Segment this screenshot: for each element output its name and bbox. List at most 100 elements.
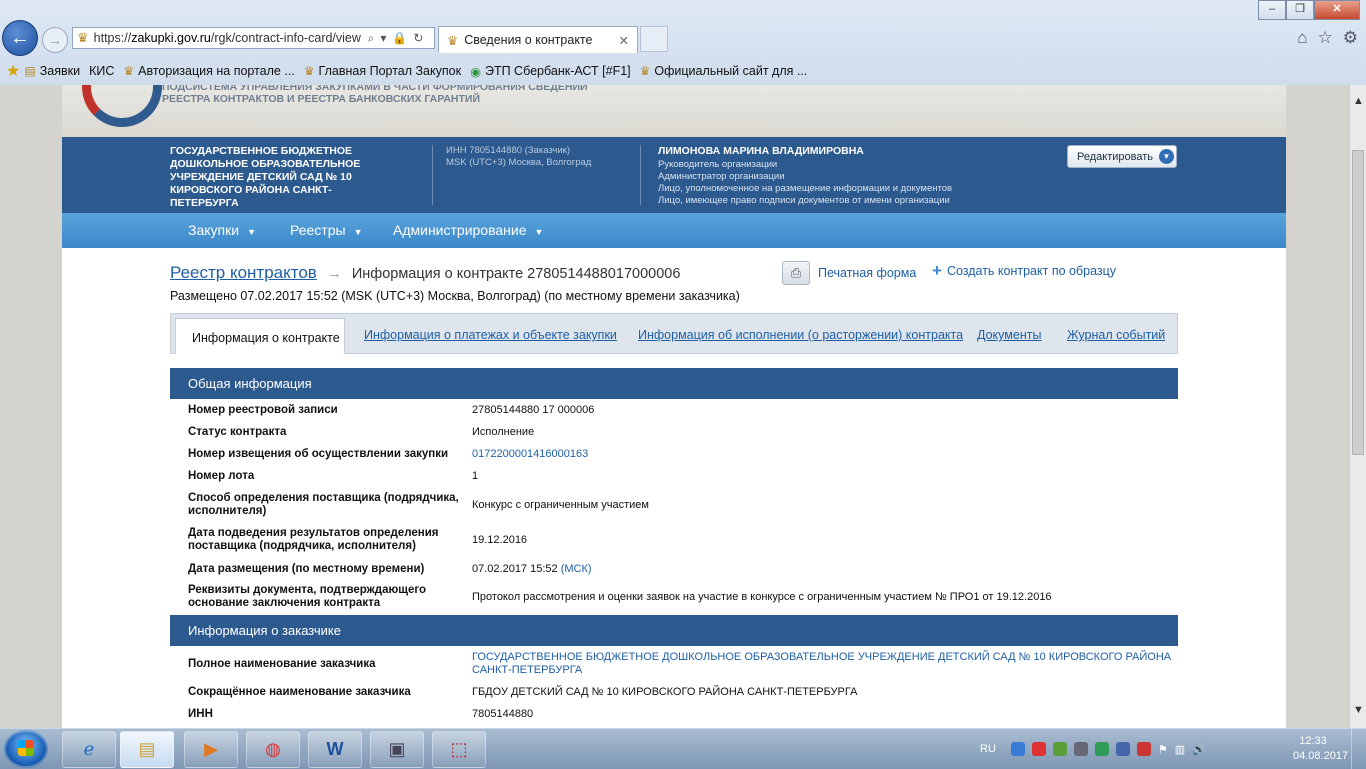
favorites-icon[interactable]: ★ — [6, 61, 20, 81]
bookmark-label: Главная Портал Закупок — [318, 64, 462, 78]
lock-icon[interactable]: 🔒 — [392, 31, 407, 46]
contract-tabs: Информация о контракте Информация о плат… — [170, 313, 1178, 354]
create-by-sample-link[interactable]: + Создать контракт по образцу — [932, 261, 1116, 281]
window-controls: – ❐ ✕ — [1258, 0, 1360, 20]
tray-app-icon[interactable] — [1010, 742, 1025, 756]
favorites-star-icon[interactable]: ☆ — [1318, 28, 1333, 48]
field-label: Номер лота — [188, 469, 255, 482]
bookmark-auth-portal[interactable]: ♛ Авторизация на портале ... — [123, 64, 294, 78]
volume-icon[interactable]: 🔊 — [1192, 743, 1206, 756]
edit-button[interactable]: Редактировать ▼ — [1067, 145, 1177, 168]
address-bar[interactable]: ♛ https://zakupki.gov.ru/rgk/contract-in… — [72, 27, 435, 49]
emblem-icon: ♛ — [123, 64, 135, 78]
site-logo[interactable] — [82, 85, 162, 127]
bookmark-zayavki[interactable]: ▤ Заявки — [24, 64, 80, 78]
menu-label: Реестры — [290, 222, 346, 238]
field-row: Номер лота 1 — [170, 469, 1178, 483]
timezone-link[interactable]: (МСК) — [561, 563, 592, 575]
tray-app-icon[interactable] — [1073, 742, 1088, 756]
breadcrumb-contract-registry-link[interactable]: Реестр контрактов — [170, 263, 317, 283]
pdf-reader-icon[interactable]: ⬚ — [432, 731, 486, 768]
caret-down-icon: ▼ — [247, 227, 256, 237]
forward-button[interactable]: → — [42, 27, 68, 53]
tab-close-icon[interactable]: ✕ — [619, 33, 629, 48]
bookmark-main-portal[interactable]: ♛ Главная Портал Закупок — [304, 64, 461, 78]
dropdown-icon[interactable]: ▾ — [380, 31, 386, 46]
scroll-down-icon[interactable]: ▼ — [1353, 704, 1364, 716]
tab-favicon-icon: ♛ — [447, 33, 459, 48]
browser-chrome: – ❐ ✕ ← → ♛ https://zakupki.gov.ru/rgk/c… — [0, 0, 1366, 86]
field-label: Реквизиты документа, подтверждающего осн… — [188, 584, 427, 609]
google-drive-icon[interactable] — [1094, 742, 1109, 756]
tray-shield-icon[interactable] — [1136, 742, 1151, 756]
caret-down-icon: ▼ — [353, 227, 363, 237]
basis-document: Протокол рассмотрения и оценки заявок на… — [472, 590, 1052, 603]
create-by-sample-label: Создать контракт по образцу — [946, 264, 1117, 278]
settings-gear-icon[interactable]: ⚙ — [1343, 28, 1358, 48]
emblem-icon: ♛ — [303, 64, 315, 78]
notice-number-link[interactable]: 0172200001416000163 — [472, 448, 588, 461]
url-scheme: https:// — [93, 31, 132, 45]
scanner-app-icon[interactable]: ▣ — [370, 731, 424, 768]
site-header: ПОДСИСТЕМА УПРАВЛЕНИЯ ЗАКУПКАМИ В ЧАСТИ … — [62, 85, 1286, 137]
refresh-icon[interactable]: ↻ — [413, 31, 423, 46]
search-icon[interactable]: ⌕ — [368, 31, 375, 46]
tab-payments[interactable]: Информация о платежах и объекте закупки — [364, 314, 617, 353]
flag-icon[interactable]: ⚑ — [1158, 743, 1168, 756]
file-explorer-icon[interactable]: ▤ — [120, 731, 174, 768]
browser-tab-active[interactable]: ♛ Сведения о контракте ✕ — [438, 26, 638, 53]
system-tray: RU ⚑ ▥ 🔊 — [980, 729, 1206, 769]
new-tab-button[interactable] — [640, 26, 668, 52]
print-form-link[interactable]: ⎙ Печатная форма — [782, 261, 916, 285]
back-button[interactable]: ← — [2, 20, 38, 56]
customer-inn: 7805144880 — [472, 707, 534, 720]
site-emblem-icon: ♛ — [77, 30, 89, 45]
menu-administration[interactable]: Администрирование ▼ — [393, 213, 543, 248]
vertical-scrollbar[interactable]: ▲ ▼ — [1349, 85, 1366, 728]
clock[interactable]: 12:33 04.08.2017 — [1293, 734, 1349, 764]
bookmark-etp-sberbank[interactable]: ◉ ЭТП Сбербанк-АСТ [#F1] — [470, 64, 631, 79]
tab-contract-info[interactable]: Информация о контракте — [175, 318, 345, 354]
tab-execution[interactable]: Информация об исполнении (о расторжении)… — [638, 314, 963, 353]
field-label: Сокращённое наименование заказчика — [188, 685, 411, 698]
menu-label: Администрирование — [393, 222, 527, 238]
window-close-button[interactable]: ✕ — [1314, 0, 1360, 20]
field-label: Номер реестровой записи — [188, 403, 338, 416]
toolbar-icons: ⌂ ☆ ⚙ — [1297, 28, 1358, 48]
start-button[interactable] — [4, 730, 48, 768]
user-block: ЛИМОНОВА МАРИНА ВЛАДИМИРОВНА Руководител… — [658, 145, 952, 207]
tray-app-icon[interactable] — [1031, 742, 1046, 756]
tray-app-icon[interactable] — [1052, 742, 1067, 756]
home-icon[interactable]: ⌂ — [1297, 28, 1307, 48]
url-text[interactable]: https://zakupki.gov.ru/rgk/contract-info… — [94, 31, 364, 45]
scroll-up-icon[interactable]: ▲ — [1353, 95, 1364, 107]
chrome-icon[interactable]: ◍ — [246, 731, 300, 768]
media-player-icon[interactable]: ▶ — [184, 731, 238, 768]
language-indicator[interactable]: RU — [980, 743, 996, 755]
restore-button[interactable]: ❐ — [1286, 0, 1314, 20]
show-desktop-button[interactable] — [1351, 729, 1366, 769]
bookmark-label: ЭТП Сбербанк-АСТ [#F1] — [484, 64, 631, 78]
menu-purchases[interactable]: Закупки ▼ — [188, 213, 256, 248]
field-label: Полное наименование заказчика — [188, 657, 376, 670]
tab-documents[interactable]: Документы — [977, 314, 1041, 353]
tray-app-icon[interactable] — [1115, 742, 1130, 756]
minimize-button[interactable]: – — [1258, 0, 1286, 20]
menu-registries[interactable]: Реестры ▼ — [290, 213, 362, 248]
field-label: Номер извещения об осуществлении закупки — [188, 447, 449, 460]
lot-number: 1 — [472, 469, 479, 482]
network-icon[interactable]: ▥ — [1175, 743, 1185, 756]
word-icon[interactable]: W — [308, 731, 362, 768]
internet-explorer-icon[interactable]: ℯ — [62, 731, 116, 768]
clock-date: 04.08.2017 — [1293, 750, 1349, 762]
field-row: Статус контракта Исполнение — [170, 425, 1178, 439]
scrollbar-thumb[interactable] — [1352, 150, 1364, 455]
bookmark-kis[interactable]: КИС — [89, 64, 114, 78]
bookmark-label: Официальный сайт для ... — [654, 64, 808, 78]
url-path: /rgk/contract-info-card/view — [210, 31, 361, 45]
customer-full-name-link[interactable]: ГОСУДАРСТВЕННОЕ БЮДЖЕТНОЕ ДОШКОЛЬНОЕ ОБР… — [472, 651, 1171, 677]
bookmark-official-site[interactable]: ♛ Официальный сайт для ... — [640, 64, 808, 78]
tab-event-log[interactable]: Журнал событий — [1067, 314, 1165, 353]
customer-name-line: ГОСУДАРСТВЕННОЕ БЮДЖЕТНОЕ ДОШКОЛЬНОЕ ОБР… — [472, 651, 1172, 663]
edit-button-label: Редактировать — [1077, 150, 1153, 163]
